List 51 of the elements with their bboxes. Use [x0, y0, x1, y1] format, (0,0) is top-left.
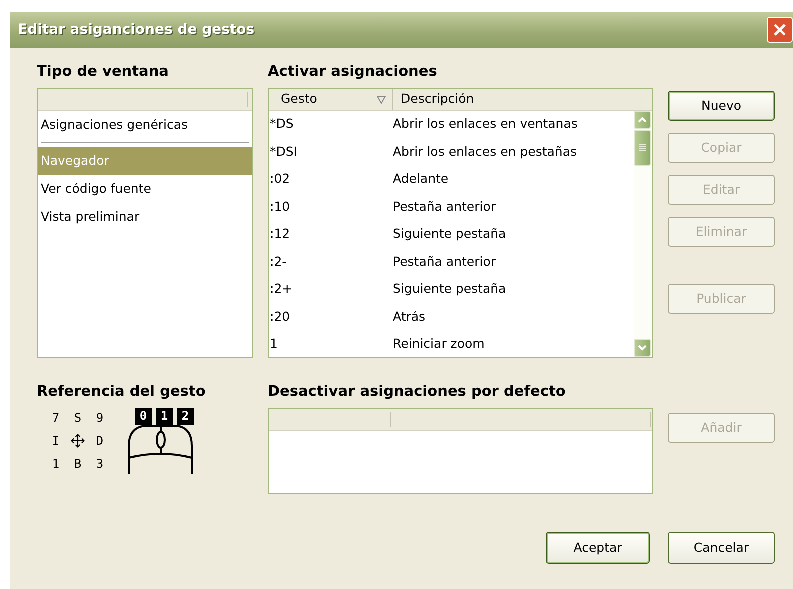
key-label: 7	[51, 410, 61, 425]
table-cell-text: Abrir los enlaces en pestañas	[393, 142, 577, 161]
dialog-button[interactable]: Cancelar	[668, 532, 775, 564]
scroll-down-button[interactable]	[634, 339, 651, 357]
mouse-button-label: 1	[156, 408, 173, 425]
dialog-button[interactable]: Nuevo	[668, 91, 775, 121]
list-item[interactable]: Ver código fuente	[38, 175, 252, 203]
table-cell-text: Pestaña anterior	[393, 198, 496, 216]
dialog-button[interactable]: Aceptar	[546, 532, 650, 564]
table-cell-text: Atrás	[393, 308, 426, 326]
column-header[interactable]: Gesto	[269, 89, 393, 110]
close-button[interactable]	[767, 17, 793, 43]
key-label: 1	[51, 457, 61, 472]
table-cell-text: Abrir los enlaces en ventanas	[393, 115, 578, 134]
mouse-drawing	[127, 424, 194, 474]
mouse-button-label: 2	[177, 408, 194, 425]
table-cell-text: :02	[269, 170, 292, 188]
section-heading: Referencia del gesto	[37, 383, 207, 402]
table-cell-text: :10	[269, 198, 292, 216]
key-label: 9	[95, 410, 105, 425]
grip-icon	[639, 144, 646, 152]
table-cell-text: :2-	[269, 252, 288, 271]
key-label: I	[51, 434, 61, 448]
table-cell-text: *DS	[269, 115, 295, 134]
key-label: 3	[95, 457, 105, 472]
table-cell-text: :2+	[269, 280, 294, 298]
table-cell-text: :20	[269, 308, 292, 326]
table-cell-text: Pestaña anterior	[393, 252, 496, 271]
column-header[interactable]: Descripción	[393, 89, 643, 110]
table-cell-text: Reiniciar zoom	[393, 335, 485, 354]
close-icon	[773, 23, 787, 37]
table-cell-text: :12	[269, 225, 292, 244]
table-cell-text: 1	[269, 335, 279, 354]
move-icon	[70, 432, 86, 449]
mouse-button-label: 0	[135, 408, 152, 425]
list-item[interactable]: Asignaciones genéricas	[38, 111, 252, 139]
window-title: Editar asiganciones de gestos	[18, 20, 255, 40]
section-heading: Desactivar asignaciones por defecto	[268, 383, 567, 402]
table-cell-text: Siguiente pestaña	[393, 225, 506, 244]
key-label: S	[73, 410, 83, 425]
table-cell-text: Adelante	[393, 170, 449, 188]
section-heading: Activar asignaciones	[268, 63, 438, 82]
table-cell-text: *DSI	[269, 142, 298, 161]
scroll-up-button[interactable]	[634, 111, 651, 129]
table-cell-text: Siguiente pestaña	[393, 280, 506, 298]
scroll-thumb[interactable]	[634, 130, 651, 166]
list-item[interactable]: Vista preliminar	[38, 203, 252, 231]
key-label: D	[95, 434, 105, 448]
key-label: B	[73, 457, 83, 472]
section-heading: Tipo de ventana	[37, 63, 170, 82]
scrollbar[interactable]	[634, 111, 652, 357]
